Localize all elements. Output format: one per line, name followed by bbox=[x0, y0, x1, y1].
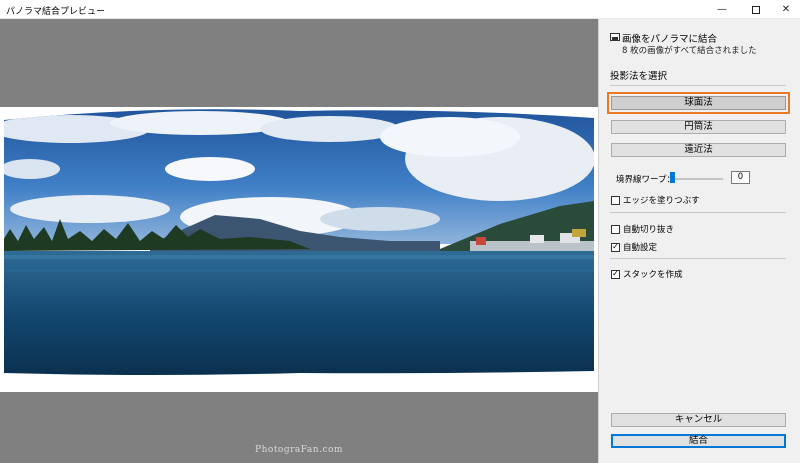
cancel-button[interactable]: キャンセル bbox=[611, 413, 786, 427]
minimize-button[interactable]: — bbox=[708, 0, 736, 19]
check-icon: ✓ bbox=[612, 242, 619, 251]
check-icon: ✓ bbox=[612, 269, 619, 278]
boundary-warp-slider[interactable] bbox=[670, 172, 675, 183]
auto-settings-label: 自動設定 bbox=[623, 243, 658, 253]
divider bbox=[610, 85, 786, 86]
panorama-preview-area: PhotograFan.com bbox=[0, 19, 598, 463]
watermark: PhotograFan.com bbox=[255, 445, 343, 455]
checkbox-box[interactable] bbox=[611, 224, 620, 234]
panel-subtitle: 8 枚の画像がすべて結合されました bbox=[622, 46, 757, 56]
title-bar: パノラマ結合プレビュー — ✕ bbox=[0, 0, 800, 19]
maximize-button[interactable] bbox=[742, 0, 770, 19]
auto-crop-checkbox[interactable]: 自動切り抜き bbox=[611, 223, 674, 235]
merge-button[interactable]: 結合 bbox=[611, 434, 786, 448]
boundary-warp-track[interactable] bbox=[671, 178, 723, 180]
checkbox-box[interactable]: ✓ bbox=[611, 269, 620, 279]
projection-spherical-button[interactable]: 球面法 bbox=[607, 92, 790, 114]
minimize-icon: — bbox=[717, 4, 727, 15]
boundary-warp-value[interactable]: 0 bbox=[731, 171, 750, 184]
panorama-image bbox=[0, 107, 598, 392]
auto-settings-checkbox[interactable]: ✓ 自動設定 bbox=[611, 241, 657, 253]
divider bbox=[610, 258, 786, 259]
window-title: パノラマ結合プレビュー bbox=[6, 7, 106, 17]
create-stack-label: スタックを作成 bbox=[623, 270, 683, 280]
panel-title: 画像をパノラマに結合 bbox=[622, 34, 718, 45]
projection-cylindrical-button[interactable]: 円筒法 bbox=[611, 120, 786, 134]
settings-panel: 画像をパノラマに結合 8 枚の画像がすべて結合されました 投影法を選択 球面法 … bbox=[598, 19, 800, 463]
maximize-icon bbox=[752, 5, 760, 14]
close-button[interactable]: ✕ bbox=[772, 0, 800, 19]
close-icon: ✕ bbox=[781, 4, 791, 15]
boundary-warp-label: 境界線ワープ： bbox=[616, 175, 675, 185]
divider bbox=[610, 212, 786, 213]
projection-section-title: 投影法を選択 bbox=[610, 71, 668, 82]
create-stack-checkbox[interactable]: ✓ スタックを作成 bbox=[611, 268, 683, 280]
auto-crop-label: 自動切り抜き bbox=[623, 225, 675, 235]
fill-edges-label: エッジを塗りつぶす bbox=[623, 196, 700, 206]
projection-perspective-button[interactable]: 遠近法 bbox=[611, 143, 786, 157]
checkbox-box[interactable] bbox=[611, 195, 620, 205]
image-stack-icon bbox=[610, 33, 620, 41]
checkbox-box[interactable]: ✓ bbox=[611, 242, 620, 252]
fill-edges-checkbox[interactable]: エッジを塗りつぶす bbox=[611, 194, 700, 206]
